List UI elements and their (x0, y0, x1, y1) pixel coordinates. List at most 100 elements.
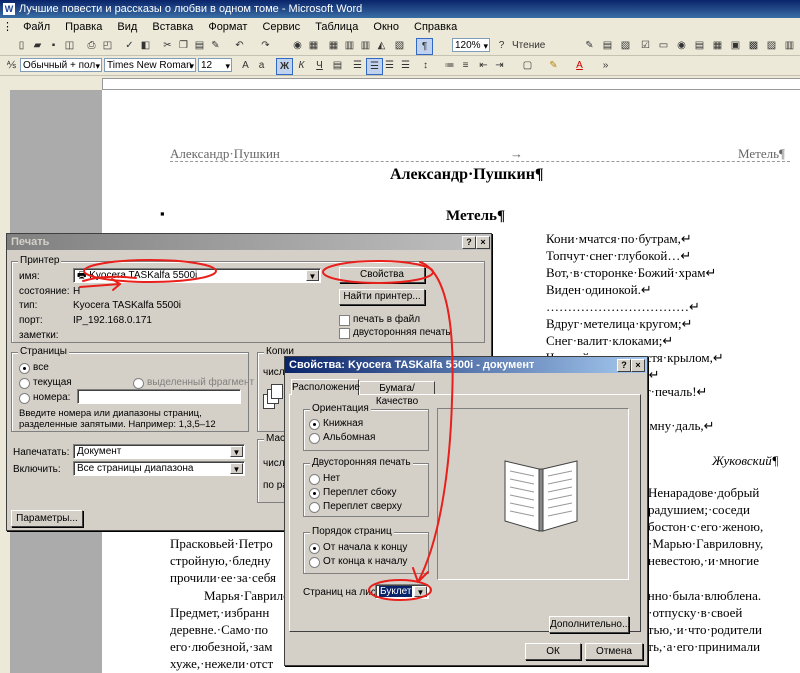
menu-window[interactable]: Окно (367, 18, 405, 36)
landscape-radio[interactable] (309, 433, 320, 444)
menu-view[interactable]: Вид (111, 18, 143, 36)
print-options-button[interactable]: Параметры... (11, 510, 83, 527)
help-icon[interactable]: ? (494, 38, 509, 53)
borders-icon[interactable]: ▢ (520, 58, 535, 73)
chevron-down-icon[interactable]: ▼ (306, 270, 319, 281)
front-to-back-radio[interactable] (309, 543, 320, 554)
redo-icon[interactable]: ↷ (258, 38, 273, 53)
tab-paper-quality[interactable]: Бумага/Качество (359, 381, 435, 407)
insert-table-icon[interactable]: ▦ (326, 38, 341, 53)
horizontal-ruler[interactable] (0, 76, 800, 91)
line-spacing-icon[interactable]: ↕ (418, 58, 433, 73)
form-frame-icon[interactable]: ▣ (728, 38, 743, 53)
font-size-combo[interactable]: 12 (198, 58, 232, 72)
duplex-long-edge-radio[interactable] (309, 488, 320, 499)
pages-per-sheet-select[interactable]: Буклет ▼ (375, 584, 429, 599)
menu-format[interactable]: Формат (202, 18, 253, 36)
paste-icon[interactable]: ▤ (192, 38, 207, 53)
properties-close-button[interactable]: × (631, 359, 645, 372)
form-option-icon[interactable]: ◉ (674, 38, 689, 53)
research-icon[interactable]: ◧ (138, 38, 153, 53)
print-what-select[interactable]: Документ ▼ (73, 444, 245, 459)
drawing-icon[interactable]: ◭ (374, 38, 389, 53)
chevron-down-icon[interactable]: ▼ (230, 446, 243, 457)
align-left-icon[interactable]: ☰ (350, 58, 365, 73)
menu-tools[interactable]: Сервис (256, 18, 306, 36)
numbering-icon[interactable]: ≔ (442, 58, 457, 73)
highlight-icon[interactable]: ✎ (546, 58, 561, 73)
range-current-radio[interactable] (19, 378, 30, 389)
hyperlink-icon[interactable]: ◉ (290, 38, 305, 53)
underline-icon[interactable]: Ч (312, 58, 327, 73)
range-all-radio[interactable] (19, 363, 30, 374)
shrink-font-icon[interactable]: a (254, 58, 269, 73)
duplex-checkbox[interactable] (339, 328, 350, 339)
justify-icon[interactable]: ☰ (398, 58, 413, 73)
form-shading-icon[interactable]: ▩ (746, 38, 761, 53)
font-color-icon[interactable]: A (572, 58, 587, 73)
cut-icon[interactable]: ✂ (160, 38, 175, 53)
form-protect-icon[interactable]: ▨ (764, 38, 779, 53)
format-painter-icon[interactable]: ✎ (208, 38, 223, 53)
form-reset-icon[interactable]: ▥ (782, 38, 797, 53)
form-table-icon[interactable]: ▦ (710, 38, 725, 53)
bold-icon[interactable]: Ж (276, 58, 293, 75)
find-printer-button[interactable]: Найти принтер... (339, 289, 425, 305)
form-text-icon[interactable]: ▭ (656, 38, 671, 53)
highlight-text-icon[interactable]: ▤ (330, 58, 345, 73)
new-document-icon[interactable]: ▯ (14, 38, 29, 53)
track-changes-icon[interactable]: ▤ (600, 38, 615, 53)
portrait-radio[interactable] (309, 419, 320, 430)
copy-icon[interactable]: ❐ (176, 38, 191, 53)
advanced-button[interactable]: Дополнительно... (549, 616, 630, 633)
form-list-icon[interactable]: ▤ (692, 38, 707, 53)
document-map-icon[interactable]: ▧ (392, 38, 407, 53)
zoom-combo[interactable]: 120% (452, 38, 490, 52)
decrease-indent-icon[interactable]: ⇤ (476, 58, 491, 73)
menu-table[interactable]: Таблица (309, 18, 364, 36)
undo-icon[interactable]: ↶ (232, 38, 247, 53)
print-close-button[interactable]: × (476, 236, 490, 249)
menu-insert[interactable]: Вставка (146, 18, 199, 36)
open-folder-icon[interactable]: ▰ (30, 38, 45, 53)
save-icon[interactable]: ▪ (46, 38, 61, 53)
align-right-icon[interactable]: ☰ (382, 58, 397, 73)
increase-indent-icon[interactable]: ⇥ (492, 58, 507, 73)
printer-name-select[interactable]: 🖶 Kyocera TASKalfa 5500i ▼ (73, 268, 321, 283)
bullets-icon[interactable]: ≡ (458, 58, 473, 73)
chevron-down-icon[interactable]: ▼ (414, 586, 427, 597)
menu-edit[interactable]: Правка (59, 18, 108, 36)
form-check-icon[interactable]: ☑ (638, 38, 653, 53)
style-combo[interactable]: Обычный + пол (20, 58, 102, 72)
review-icon[interactable]: ▧ (618, 38, 633, 53)
print-icon[interactable]: ⎙ (84, 38, 99, 53)
printer-properties-button[interactable]: Свойства (339, 267, 425, 283)
back-to-front-radio[interactable] (309, 557, 320, 568)
permission-icon[interactable]: ◫ (62, 38, 77, 53)
include-select[interactable]: Все страницы диапазона ▼ (73, 461, 245, 476)
spelling-icon[interactable]: ✓ (122, 38, 137, 53)
align-center-icon[interactable]: ☰ (366, 58, 383, 75)
columns-icon[interactable]: ▥ (358, 38, 373, 53)
range-pages-radio[interactable] (19, 393, 30, 404)
font-combo[interactable]: Times New Roman (104, 58, 196, 72)
markup-icon[interactable]: ✎ (582, 38, 597, 53)
toolbar-options-icon[interactable]: » (598, 58, 613, 73)
page-numbers-input[interactable] (77, 389, 241, 404)
menu-file[interactable]: Файл (17, 18, 56, 36)
duplex-short-edge-radio[interactable] (309, 502, 320, 513)
print-preview-icon[interactable]: ◰ (100, 38, 115, 53)
chevron-down-icon[interactable]: ▼ (230, 463, 243, 474)
ok-button[interactable]: ОК (525, 643, 581, 660)
insert-excel-icon[interactable]: ▥ (342, 38, 357, 53)
duplex-no-radio[interactable] (309, 474, 320, 485)
properties-help-button[interactable]: ? (617, 359, 631, 372)
cancel-button[interactable]: Отмена (585, 643, 643, 660)
italic-icon[interactable]: К (294, 58, 309, 73)
styles-pane-icon[interactable]: ⅍ (4, 58, 19, 73)
reading-button[interactable]: Чтение (512, 38, 562, 53)
menu-help[interactable]: Справка (408, 18, 463, 36)
show-formatting-icon[interactable]: ¶ (416, 38, 433, 55)
print-help-button[interactable]: ? (462, 236, 476, 249)
tab-layout[interactable]: Расположение (291, 379, 360, 395)
